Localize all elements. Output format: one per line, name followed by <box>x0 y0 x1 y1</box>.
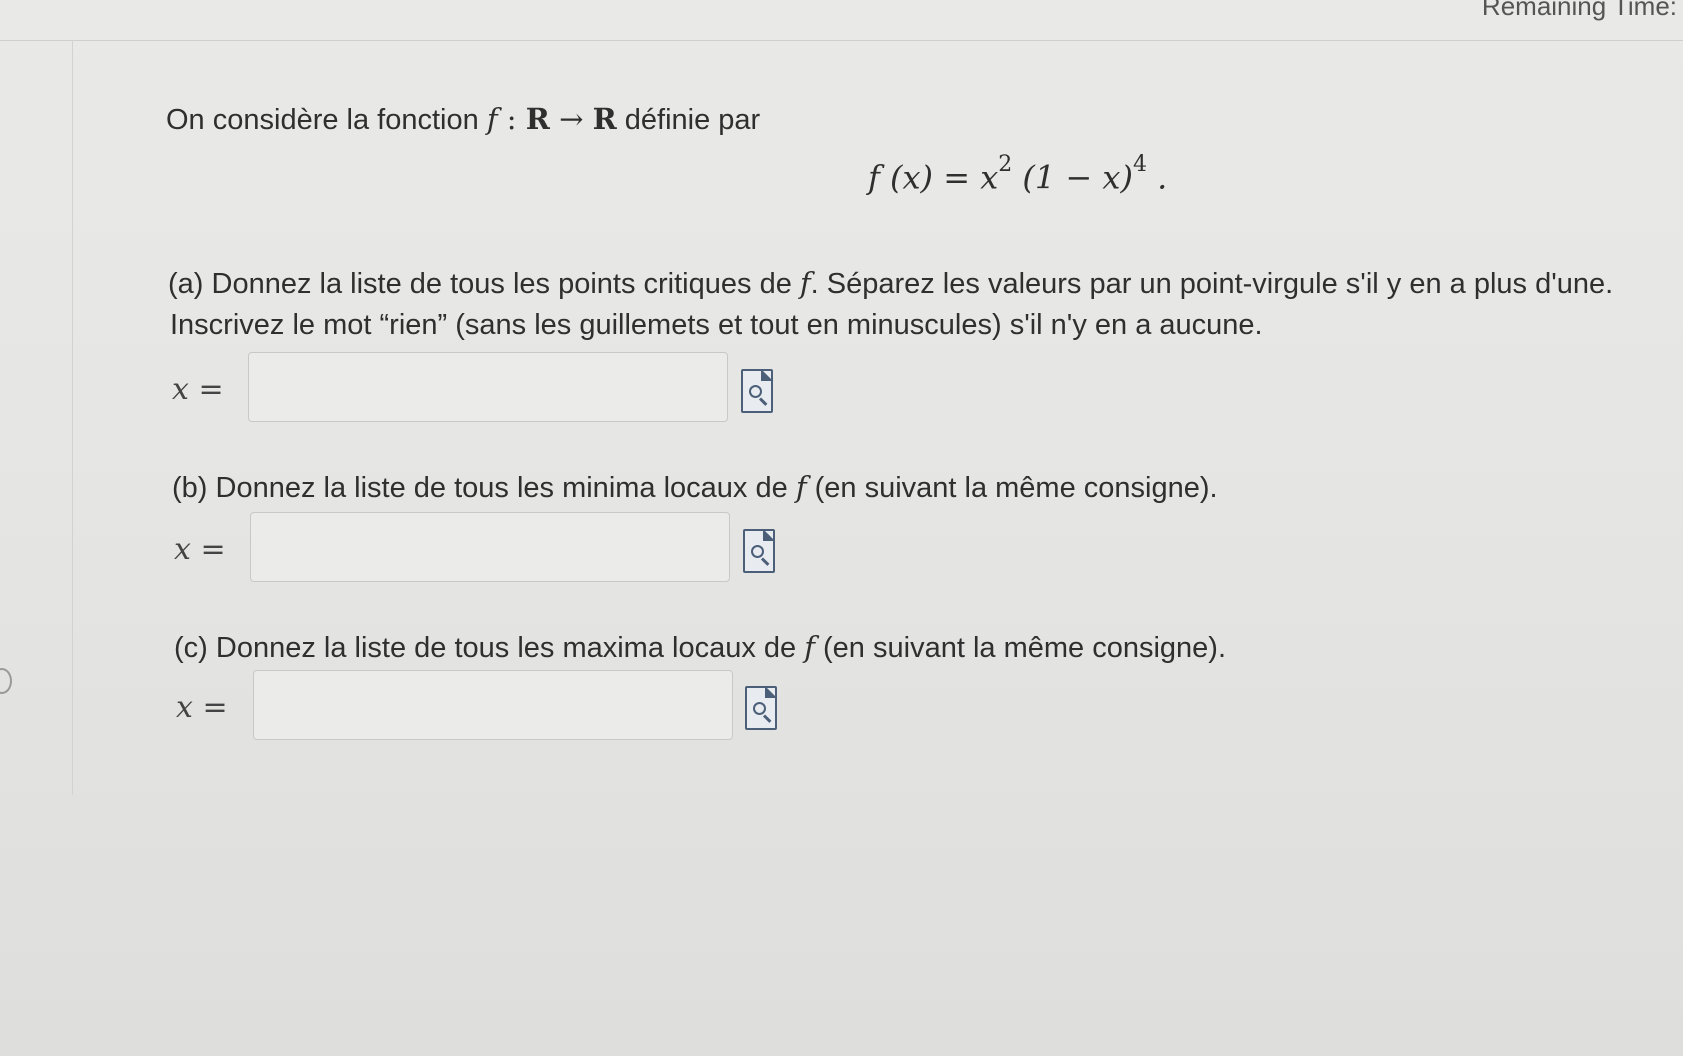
intro-codomain-symbol: R <box>592 102 617 136</box>
page-fold-icon <box>765 686 777 698</box>
intro-domain-symbol: R <box>525 102 550 136</box>
magnifier-icon <box>749 385 762 398</box>
part-b-text-after: (en suivant la même consigne). <box>806 472 1218 504</box>
part-c-instruction: (c) Donnez la liste de tous les maxima l… <box>174 630 1226 665</box>
part-b-instruction: (b) Donnez la liste de tous les minima l… <box>172 470 1218 505</box>
part-b-f-symbol: f <box>795 470 807 504</box>
formula-end: . <box>1146 158 1168 197</box>
formula-mid: (1 − x) <box>1012 158 1133 197</box>
content-left-border <box>72 40 73 795</box>
magnifier-icon <box>751 545 764 558</box>
part-a-x-label: x = <box>172 372 224 407</box>
part-b-x-label: x = <box>174 532 226 567</box>
part-c-x-label: x = <box>176 690 228 725</box>
magnifier-handle-icon <box>762 714 772 723</box>
part-c-text-after: (en suivant la même consigne). <box>814 632 1226 664</box>
part-a-text-after: . Séparez les valeurs par un point-virgu… <box>810 268 1614 300</box>
remaining-time-label: Remaining Time: <box>1481 0 1677 21</box>
part-c-text-before: (c) Donnez la liste de tous les maxima l… <box>174 632 805 664</box>
part-a-text-before: (a) Donnez la liste de tous les points c… <box>168 268 800 300</box>
part-a-instruction-line2: Inscrivez le mot “rien” (sans les guille… <box>170 309 1263 341</box>
intro-f-symbol: f <box>486 102 498 136</box>
part-a-answer-input[interactable] <box>248 352 728 422</box>
magnifier-handle-icon <box>758 397 768 406</box>
part-c-preview-button[interactable] <box>745 686 777 730</box>
intro-text-before: On considère la fonction <box>166 104 487 136</box>
intro-text-after: définie par <box>616 104 761 136</box>
page-fold-icon <box>761 369 773 381</box>
part-a-f-symbol: f <box>799 266 811 300</box>
part-b-answer-input[interactable] <box>250 512 730 582</box>
part-b-text-before: (b) Donnez la liste de tous les minima l… <box>172 472 796 504</box>
magnifier-icon <box>753 702 766 715</box>
part-a-preview-button[interactable] <box>741 369 773 413</box>
formula-exponent-4: 4 <box>1132 152 1147 177</box>
part-a-instruction-line1: (a) Donnez la liste de tous les points c… <box>168 266 1613 301</box>
intro-colon: : <box>497 102 526 136</box>
header-divider <box>0 40 1683 41</box>
page-fold-icon <box>763 529 775 541</box>
part-b-preview-button[interactable] <box>743 529 775 573</box>
formula-exponent-2: 2 <box>998 152 1013 177</box>
intro-arrow: → <box>549 102 593 136</box>
intro-text: On considère la fonction f : R → R défin… <box>166 102 760 137</box>
part-c-answer-input[interactable] <box>253 670 733 740</box>
part-c-f-symbol: f <box>804 630 815 664</box>
edge-handle <box>0 668 12 694</box>
magnifier-handle-icon <box>760 557 770 566</box>
function-formula: f (x) = x2 (1 − x)4 . <box>868 152 1168 197</box>
formula-lhs: f (x) = x <box>868 158 999 197</box>
